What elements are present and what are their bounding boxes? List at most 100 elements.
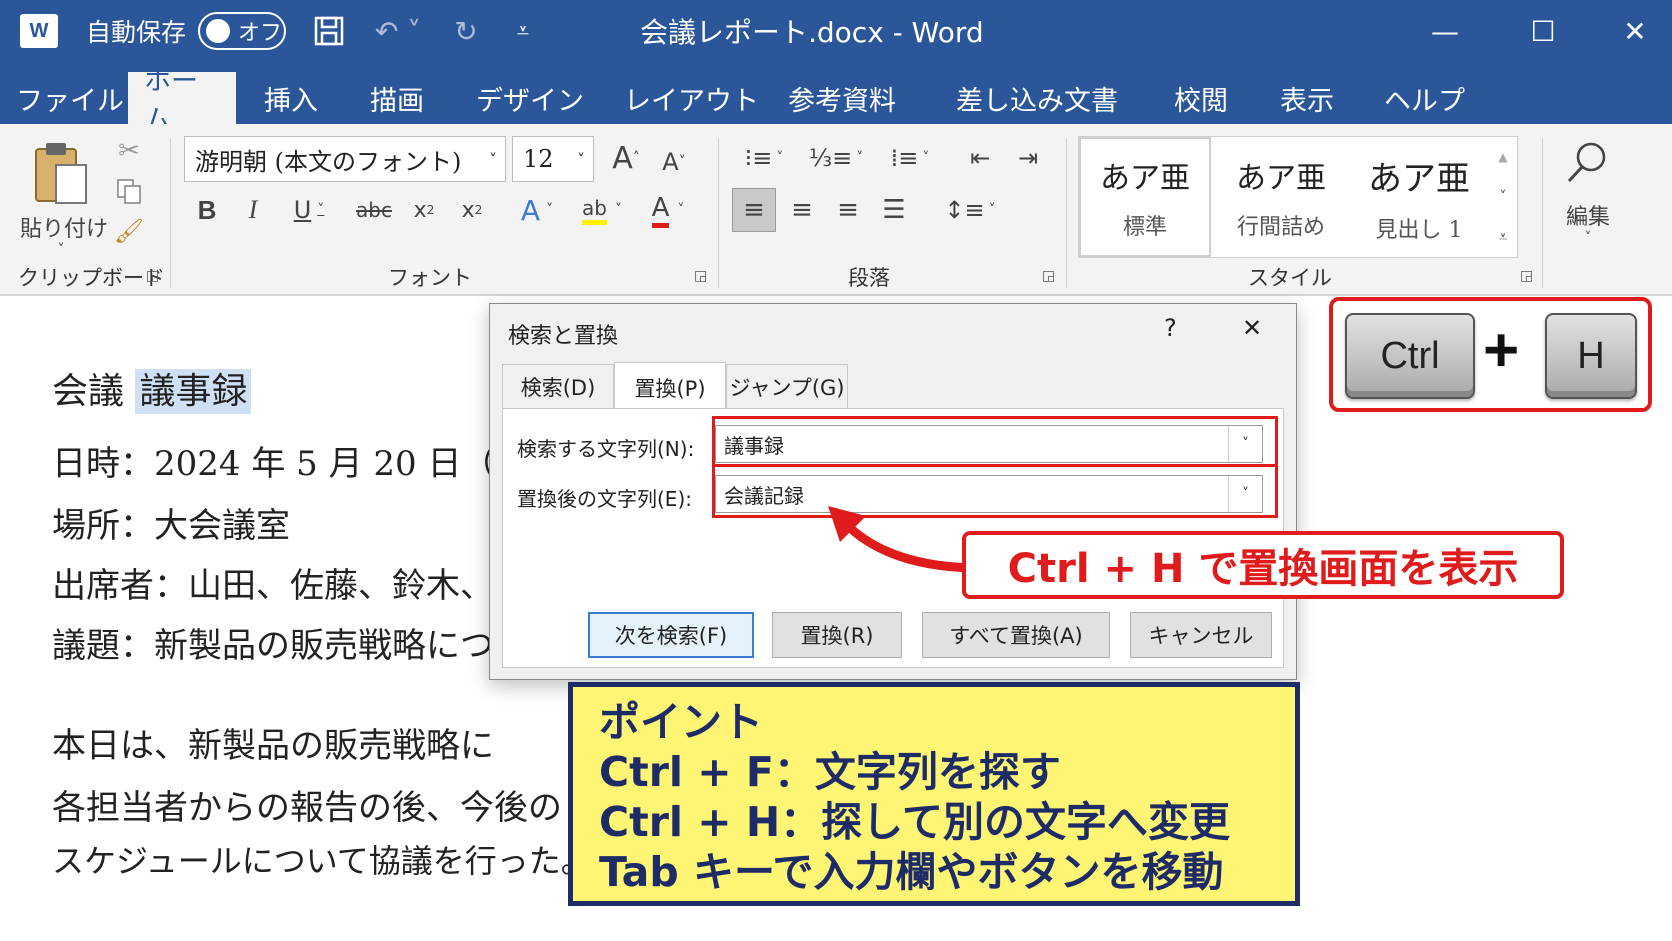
align-right-icon[interactable]: ≡ [826,188,870,232]
gallery-scroll-up-icon[interactable]: ▲ [1489,137,1517,177]
tab-layout[interactable]: レイアウト [608,72,775,124]
minimize-icon[interactable]: — [1420,8,1470,54]
shortcut-box: Ctrl + H [1329,297,1652,412]
tab-review[interactable]: 校閲 [1158,72,1244,124]
italic-icon[interactable]: I [236,188,270,232]
close-icon[interactable]: ✕ [1610,8,1660,54]
title-bar: W 自動保存 オフ ↶ ˅ ↻ ⩡ 会議レポート.docx - Word — ☐… [0,0,1672,62]
grow-font-icon[interactable]: A ˄ [606,138,646,178]
decrease-indent-icon[interactable]: ⇤ [960,138,1000,178]
clipboard-launcher-icon[interactable]: ◲ [146,268,159,284]
toggle-knob [206,19,230,43]
font-color-icon[interactable]: A ˅ [640,188,696,232]
style-no-spacing[interactable]: あア亜 行間詰め [1215,137,1347,257]
highlight-divider [712,464,1278,467]
font-size-dropdown[interactable]: 12 ˅ [512,136,594,182]
tab-help[interactable]: ヘルプ [1368,72,1481,124]
tab-goto[interactable]: ジャンプ(G) [726,364,848,410]
multilevel-list-icon[interactable]: ⁞≡ ˅ [880,138,940,178]
callout-label: Ctrl + H で置換画面を表示 [962,531,1564,599]
autosave-toggle[interactable]: オフ [198,12,286,50]
style-name: 見出し 1 [1375,217,1463,243]
tab-view[interactable]: 表示 [1264,72,1350,124]
tab-insert[interactable]: 挿入 [248,72,334,124]
editing-label[interactable]: 編集 [1556,200,1620,230]
tab-home[interactable]: ホーム [128,66,236,136]
justify-icon[interactable]: ☰ [872,188,916,232]
paste-icon[interactable] [26,134,96,214]
bold-icon[interactable]: B [190,188,224,232]
group-divider [1066,138,1067,288]
underline-icon[interactable]: U ˅ [282,188,336,232]
customize-qat-icon[interactable]: ⩡ [508,12,538,50]
strikethrough-icon[interactable]: abc [352,188,396,232]
text-effects-icon[interactable]: A ˅ [510,188,564,232]
doc-line: 出席者：山田、佐藤、鈴木、 [52,566,494,606]
replace-button[interactable]: 置換(R) [772,612,902,658]
align-left-icon[interactable]: ≡ [732,188,776,232]
shrink-font-icon[interactable]: A ˅ [654,142,694,182]
find-next-button[interactable]: 次を検索(F) [588,612,754,658]
ribbon: 貼り付け ˅ ✂ 🖌 クリップボード ◲ 游明朝 (本文のフォント) ˅ 12 … [0,124,1672,296]
tab-mailings[interactable]: 差し込み文書 [940,72,1134,124]
help-icon[interactable]: ? [1164,314,1177,342]
superscript-icon[interactable]: x2 [452,188,492,232]
red-arrow-icon [828,506,978,573]
point-heading: ポイント [599,698,763,746]
tab-replace[interactable]: 置換(P) [614,362,726,412]
search-icon[interactable] [1562,134,1612,190]
cancel-button[interactable]: キャンセル [1130,612,1272,658]
numbering-icon[interactable]: ⅓≡ ˅ [806,138,866,178]
cut-icon[interactable]: ✂ [112,134,146,168]
doc-line: 各担当者からの報告の後、今後の [52,788,562,828]
doc-title-selection: 議事録 [135,369,252,414]
styles-launcher-icon[interactable]: ◲ [1520,268,1533,284]
styles-group-label: スタイル [1248,266,1332,290]
tab-design[interactable]: デザイン [460,72,600,124]
dialog-close-icon[interactable]: ✕ [1242,314,1262,342]
clipboard-group-label: クリップボード [18,266,165,290]
tab-file[interactable]: ファイル [0,72,140,124]
line-spacing-icon[interactable]: ↕≡ ˅ [940,188,1000,232]
tab-draw[interactable]: 描画 [354,72,440,124]
paragraph-launcher-icon[interactable]: ◲ [1042,268,1055,284]
plus-sign: + [1483,316,1520,385]
word-icon: W [20,14,58,48]
font-group-label: フォント [388,266,472,290]
gallery-more-icon[interactable]: ⩡ [1489,217,1517,257]
redo-icon[interactable]: ↻ [446,12,486,50]
chevron-down-icon: ˅ [577,149,585,169]
point-line: Tab キーで入力欄やボタンを移動 [599,848,1224,896]
increase-indent-icon[interactable]: ⇥ [1008,138,1048,178]
align-center-icon[interactable]: ≡ [780,188,824,232]
font-name-dropdown[interactable]: 游明朝 (本文のフォント) ˅ [184,136,506,182]
paste-dropdown-icon[interactable]: ˅ [46,240,76,260]
find-label: 検索する文字列(N): [517,437,695,461]
point-box: ポイント Ctrl + F：文字列を探す Ctrl + H：探して別の文字へ変更… [568,682,1300,906]
copy-icon[interactable] [112,174,146,208]
font-size-value: 12 [523,145,554,173]
highlight-color-icon[interactable]: ab ˅ [572,188,632,232]
paragraph-group-label: 段落 [848,266,890,290]
tab-references[interactable]: 参考資料 [772,72,912,124]
save-icon[interactable] [310,12,348,50]
subscript-icon[interactable]: x2 [404,188,444,232]
bullets-icon[interactable]: ⁝≡ ˅ [736,138,792,178]
doc-line: 本日は、新製品の販売戦略に [52,726,494,766]
format-painter-icon[interactable]: 🖌 [112,214,146,248]
replace-label: 置換後の文字列(E): [517,487,692,511]
font-launcher-icon[interactable]: ◲ [694,268,707,284]
autosave-state: オフ [238,21,283,46]
style-normal[interactable]: あア亜 標準 [1079,137,1211,257]
replace-all-button[interactable]: すべて置換(A) [922,612,1110,658]
paste-label[interactable]: 貼り付け [16,210,112,244]
chevron-down-icon[interactable]: ˅ [1574,228,1602,248]
style-heading-1[interactable]: あア亜 見出し 1 [1351,137,1487,257]
maximize-icon[interactable]: ☐ [1518,8,1568,54]
autosave-label: 自動保存 [86,18,187,47]
undo-icon[interactable]: ↶ ˅ [368,12,428,50]
chevron-down-icon: ˅ [489,149,497,169]
doc-line: スケジュールについて協議を行った。 [52,842,593,880]
gallery-scroll-down-icon[interactable]: ˅ [1489,177,1517,217]
tab-find[interactable]: 検索(D) [502,364,614,410]
